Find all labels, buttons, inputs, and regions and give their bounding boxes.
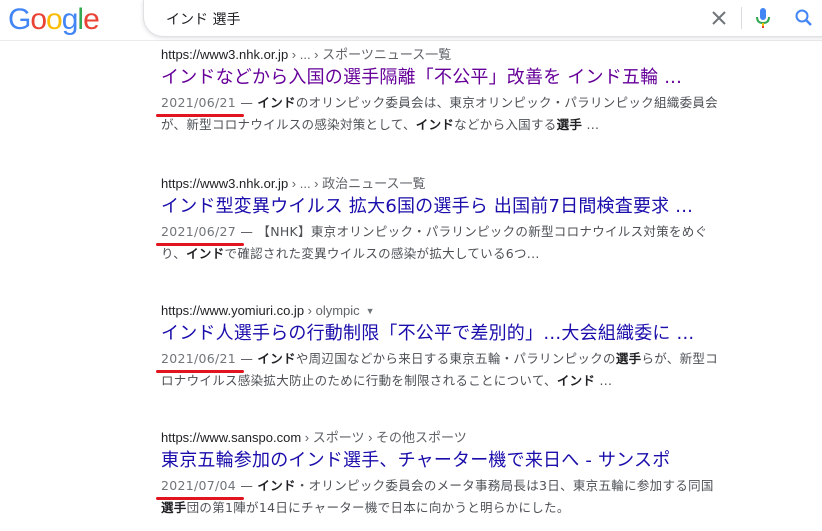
snippet-line-1: — インド・オリンピック委員会のメータ事務局長は3日、東京五輪に参加する同国: [236, 478, 714, 493]
logo-letter: o: [46, 3, 63, 36]
snippet-text: や周辺国などから来日する東京五輪・パラリンピックの: [295, 351, 616, 366]
snippet-keyword: インド: [257, 351, 296, 366]
result-cite[interactable]: https://www.sanspo.com › スポーツ › その他スポーツ: [161, 429, 801, 447]
logo-letter: G: [8, 3, 31, 36]
search-box: [143, 0, 822, 37]
microphone-icon[interactable]: [755, 7, 771, 29]
snippet-text: ...: [595, 373, 613, 388]
result-date-text: 2021/07/04: [161, 478, 237, 493]
logo-letter: e: [83, 3, 100, 36]
snippet-text: ...: [582, 117, 600, 132]
search-result: https://www.sanspo.com › スポーツ › その他スポーツ …: [156, 429, 801, 519]
result-snippet: 2021/06/21 — インドや周辺国などから来日する東京五輪・パラリンピック…: [156, 348, 801, 392]
snippet-keyword: 選手: [615, 351, 642, 366]
result-snippet: 2021/06/21 — インドのオリンピック委員会は、東京オリンピック・パラリ…: [156, 92, 801, 136]
search-divider: [741, 7, 742, 29]
result-date: 2021/06/21: [156, 348, 245, 373]
result-url: https://www.yomiuri.co.jp: [161, 303, 305, 318]
red-underline-annotation: [156, 370, 245, 373]
search-input[interactable]: [164, 6, 668, 32]
snippet-line-2: 選手団の第1陣が14日にチャーター機で日本に向かうと明らかにした。: [161, 497, 801, 519]
result-date: 2021/06/21: [156, 92, 245, 117]
result-title-link[interactable]: インド型変異ウイルス 拡大6国の選手ら 出国前7日間検査要求 ...: [161, 194, 801, 220]
snippet-keyword: インド: [415, 117, 455, 132]
snippet-keyword: インド: [257, 95, 296, 110]
result-date: 2021/06/27: [156, 221, 245, 246]
google-logo[interactable]: Google: [8, 3, 100, 37]
result-date-text: 2021/06/21: [161, 351, 237, 366]
snippet-line-2: ロナウイルス感染拡大防止のために行動を制限されることについて、インド ...: [161, 370, 801, 392]
snippet-line-1: — 【NHK】東京オリンピック・パラリンピックの新型コロナウイルス対策をめぐ: [236, 224, 707, 239]
search-result: https://www3.nhk.or.jp › ... › 政治ニュース一覧 …: [156, 175, 801, 265]
result-title-link[interactable]: インドなどから入国の選手隔離「不公平」改善を インド五輪 ...: [161, 65, 801, 91]
logo-letter: o: [30, 3, 47, 36]
result-options-dropdown-icon[interactable]: ▼: [366, 302, 375, 320]
snippet-text: ロナウイルス感染拡大防止のために行動を制限されることについて、: [161, 373, 557, 388]
snippet-text: —: [236, 478, 258, 493]
snippet-text: が、新型コロナウイルスの感染対策として、: [161, 117, 416, 132]
snippet-text: —: [236, 351, 258, 366]
result-date: 2021/07/04: [156, 475, 245, 500]
result-title-link[interactable]: インド人選手らの行動制限「不公平で差別的」…大会組織委に ...: [161, 321, 801, 347]
result-cite[interactable]: https://www3.nhk.or.jp › ... › 政治ニュース一覧: [161, 175, 801, 193]
red-underline-annotation: [156, 114, 245, 117]
snippet-keyword: インド: [556, 373, 596, 388]
close-icon[interactable]: [709, 8, 729, 28]
result-url: https://www3.nhk.or.jp: [161, 176, 289, 191]
snippet-text: のオリンピック委員会は、東京オリンピック・パラリンピック組織委員会: [295, 95, 718, 110]
snippet-keyword: 選手: [161, 500, 187, 515]
snippet-text: などから入国する: [454, 117, 557, 132]
snippet-line-1: — インドのオリンピック委員会は、東京オリンピック・パラリンピック組織委員会: [236, 95, 718, 110]
result-snippet: 2021/07/04 — インド・オリンピック委員会のメータ事務局長は3日、東京…: [156, 475, 801, 519]
snippet-line-2: り、インドで確認された変異ウイルスの感染が拡大している6つ...: [161, 243, 801, 265]
result-breadcrumb: › olympic: [304, 303, 360, 318]
snippet-text: 団の第1陣が14日にチャーター機で日本に向かうと明らかにした。: [186, 500, 570, 515]
logo-letter: g: [61, 3, 79, 36]
result-date-text: 2021/06/27: [161, 224, 237, 239]
result-url: https://www.sanspo.com: [161, 430, 302, 445]
snippet-text: ・オリンピック委員会のメータ事務局長は3日、東京五輪に参加する同国: [295, 478, 714, 493]
snippet-line-2: が、新型コロナウイルスの感染対策として、インドなどから入国する選手 ...: [161, 114, 801, 136]
result-breadcrumb: › ... › スポーツニュース一覧: [288, 47, 452, 62]
snippet-text: —: [236, 95, 258, 110]
snippet-line-1: — インドや周辺国などから来日する東京五輪・パラリンピックの選手らが、新型コ: [236, 351, 718, 366]
search-header: Google: [0, 0, 822, 41]
red-underline-annotation: [156, 497, 245, 500]
snippet-keyword: インド: [257, 478, 296, 493]
snippet-text: — 【NHK】東京オリンピック・パラリンピックの新型コロナウイルス対策をめぐ: [236, 224, 708, 239]
search-icon[interactable]: [794, 8, 814, 28]
result-snippet: 2021/06/27 — 【NHK】東京オリンピック・パラリンピックの新型コロナ…: [156, 221, 801, 265]
snippet-text: らが、新型コ: [641, 351, 718, 366]
snippet-text: で確認された変異ウイルスの感染が拡大している6つ...: [224, 246, 540, 261]
search-result: https://www3.nhk.or.jp › ... › スポーツニュース一…: [156, 46, 801, 136]
red-underline-annotation: [156, 243, 245, 246]
snippet-keyword: インド: [186, 246, 225, 261]
result-breadcrumb: › スポーツ › その他スポーツ: [301, 430, 467, 445]
result-cite[interactable]: https://www.yomiuri.co.jp › olympic ▼: [161, 302, 801, 320]
result-url: https://www3.nhk.or.jp: [161, 47, 289, 62]
result-breadcrumb: › ... › 政治ニュース一覧: [288, 176, 426, 191]
snippet-keyword: 選手: [556, 117, 583, 132]
snippet-text: り、: [161, 246, 187, 261]
result-title-link[interactable]: 東京五輪参加のインド選手、チャーター機で来日へ - サンスポ: [161, 448, 801, 474]
search-result: https://www.yomiuri.co.jp › olympic ▼ インド…: [156, 302, 801, 392]
result-cite[interactable]: https://www3.nhk.or.jp › ... › スポーツニュース一…: [161, 46, 801, 64]
result-date-text: 2021/06/21: [161, 95, 237, 110]
